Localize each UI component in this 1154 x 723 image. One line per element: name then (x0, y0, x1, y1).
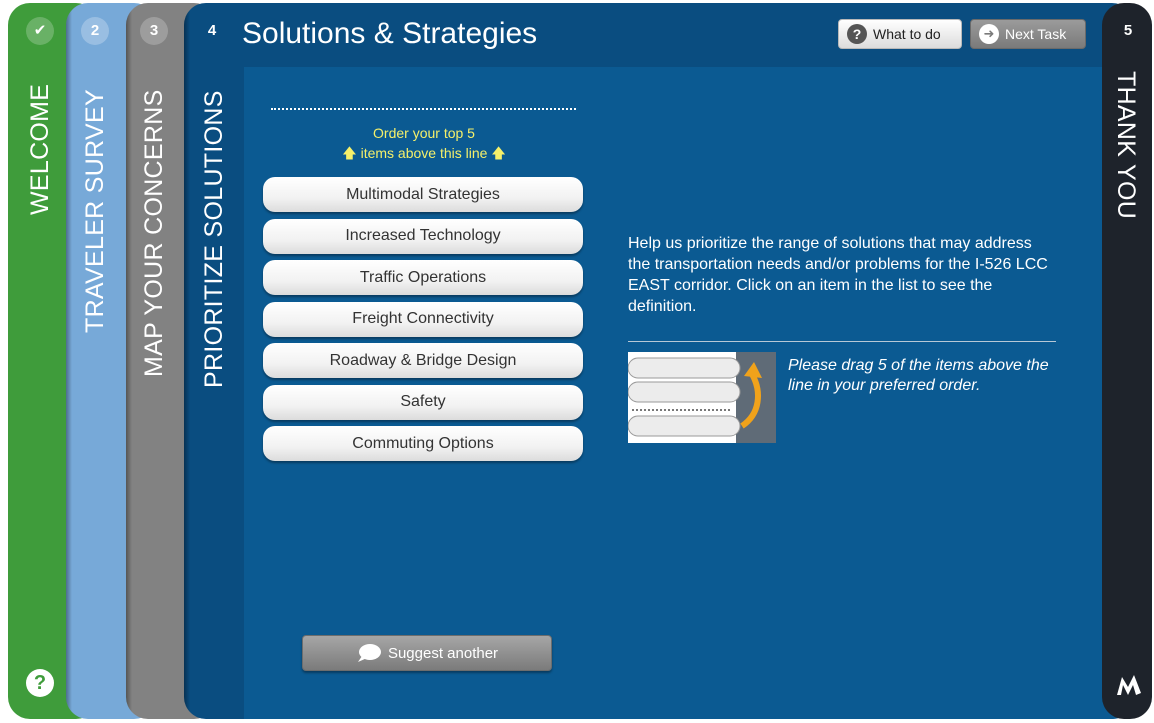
arrow-up-icon: 🡅 (342, 145, 357, 161)
arrow-right-icon: ➜ (979, 24, 999, 44)
arrow-up-icon: 🡅 (491, 145, 506, 161)
divider (628, 341, 1056, 342)
next-task-label: Next Task (1005, 26, 1067, 42)
solution-item[interactable]: Multimodal Strategies (263, 177, 583, 212)
tab-number-badge: 4 (207, 22, 217, 39)
help-text: Help us prioritize the range of solution… (628, 235, 1048, 315)
tab-number-badge: 3 (140, 17, 168, 45)
brand-logo-icon (1117, 675, 1141, 695)
solution-item[interactable]: Traffic Operations (263, 260, 583, 295)
ranking-cutoff-line (271, 108, 576, 110)
suggest-another-label: Suggest another (387, 644, 499, 662)
page-title: Solutions & Strategies (242, 17, 538, 50)
panel-shadow (126, 3, 132, 719)
drag-instruction: Please drag 5 of the items above the lin… (788, 357, 1049, 394)
drag-illustration-icon (628, 352, 776, 443)
order-line-2: items above this line (360, 145, 488, 161)
tab-number-badge: 2 (81, 17, 109, 45)
order-instruction: Order your top 5 🡅 items above this line… (264, 123, 584, 163)
tab-prioritize-solutions-label: PRIORITIZE SOLUTIONS (200, 90, 228, 388)
next-task-button[interactable]: ➜ Next Task (970, 19, 1086, 49)
tab-welcome-label: WELCOME (26, 83, 54, 215)
panel-shadow (184, 3, 190, 719)
tab-traveler-survey-label: TRAVELER SURVEY (81, 89, 109, 333)
solution-item[interactable]: Commuting Options (263, 426, 583, 461)
what-to-do-button[interactable]: ? What to do (838, 19, 962, 49)
content-area: Order your top 5 🡅 items above this line… (244, 67, 1134, 719)
panel-shadow (66, 3, 72, 719)
question-icon: ? (847, 24, 867, 44)
welcome-check-badge: ✔ (26, 17, 54, 45)
question-icon[interactable]: ? (26, 669, 54, 697)
solution-item[interactable]: Roadway & Bridge Design (263, 343, 583, 378)
tab-thank-you[interactable]: 5 THANK YOU (1102, 3, 1152, 719)
solutions-list: Multimodal Strategies Increased Technolo… (263, 177, 583, 468)
order-line-1: Order your top 5 (373, 125, 475, 141)
solution-item[interactable]: Increased Technology (263, 218, 583, 254)
tab-number-badge: 5 (1123, 22, 1133, 39)
tab-map-your-concerns-label: MAP YOUR CONCERNS (140, 89, 168, 377)
solution-item[interactable]: Freight Connectivity (263, 301, 583, 337)
solution-item[interactable]: Safety (263, 384, 583, 420)
speech-bubble-icon (357, 644, 381, 662)
tab-thank-you-label: THANK YOU (1112, 71, 1140, 220)
what-to-do-label: What to do (873, 26, 941, 42)
order-line-2-row: 🡅 items above this line 🡅 (264, 143, 584, 163)
tab-prioritize-solutions: 4 PRIORITIZE SOLUTIONS Solutions & Strat… (184, 3, 1134, 719)
suggest-another-button[interactable]: Suggest another (302, 635, 552, 671)
